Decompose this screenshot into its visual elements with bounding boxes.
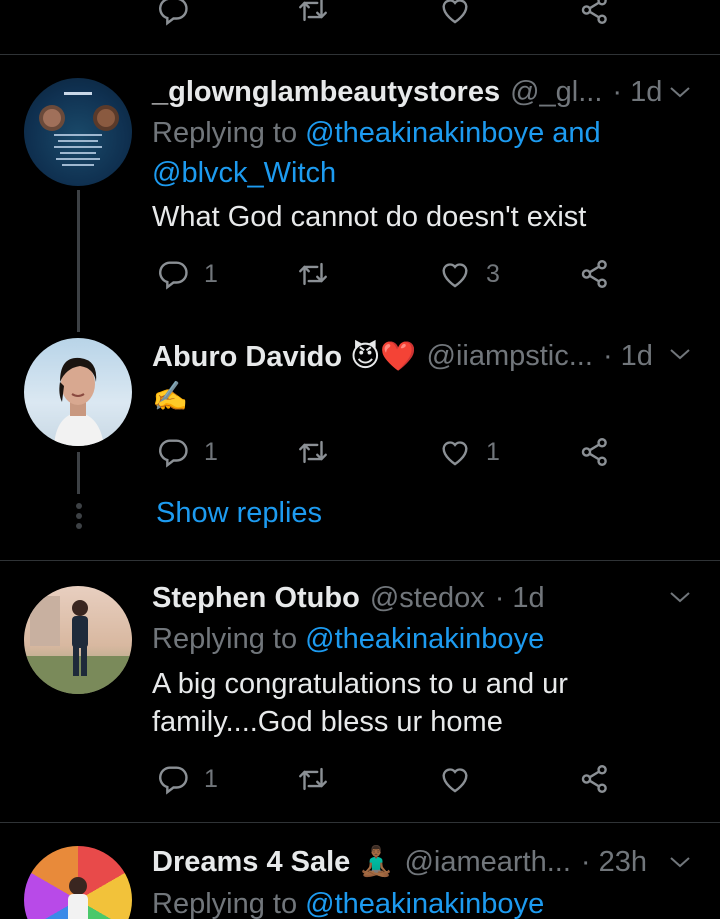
retweet-icon — [296, 257, 330, 291]
chevron-down-icon[interactable] — [668, 585, 692, 609]
timestamp[interactable]: · 1d — [495, 582, 545, 615]
heart-icon — [438, 762, 472, 796]
like-button[interactable] — [438, 0, 472, 30]
chevron-down-icon[interactable] — [668, 850, 692, 874]
handle[interactable]: @_gl... — [510, 76, 602, 109]
replying-to: Replying to @theakinakinboye — [152, 888, 545, 919]
timestamp[interactable]: · 1d — [603, 340, 653, 373]
share-button[interactable] — [578, 254, 612, 294]
reply-button[interactable]: 1 — [156, 254, 218, 294]
tweet-header: Stephen Otubo @stedox · 1d — [152, 578, 692, 618]
tweet-actions: 1 — [156, 759, 616, 799]
retweet-button[interactable] — [296, 432, 344, 472]
like-button[interactable]: 1 — [438, 432, 500, 472]
replying-to: Replying to @theakinakinboye — [152, 623, 545, 655]
tweet-header: _glownglambeautystores @_gl... · 1d — [152, 72, 692, 112]
tweet-header: Dreams 4 Sale 🧘🏾‍♂️ @iamearth... · 23h — [152, 842, 692, 882]
timestamp[interactable]: · 1d — [612, 76, 662, 109]
replying-to-continued: @blvck_Witch — [152, 153, 336, 193]
heart-icon — [438, 0, 472, 27]
share-icon — [578, 762, 612, 796]
reply-icon — [156, 257, 190, 291]
mention-link[interactable]: @theakinakinboye — [305, 888, 544, 919]
mention-link[interactable]: @theakinakinboye — [305, 117, 544, 149]
replying-to: Replying to @theakinakinboye and — [152, 117, 601, 149]
reply-icon — [156, 435, 190, 469]
avatar[interactable] — [24, 78, 132, 186]
tweet-header: Aburo Davido 😈❤️ @iiampstic... · 1d — [152, 336, 692, 376]
display-name[interactable]: Stephen Otubo — [152, 582, 360, 615]
share-icon — [578, 435, 612, 469]
chevron-down-icon[interactable] — [668, 80, 692, 104]
mention-link[interactable]: @theakinakinboye — [305, 623, 544, 655]
tweet-text: ✍️ — [152, 381, 189, 413]
retweet-icon — [296, 435, 330, 469]
retweet-button[interactable] — [296, 254, 344, 294]
thread-line — [77, 190, 80, 332]
share-button[interactable] — [578, 0, 612, 30]
thread-line — [77, 452, 80, 494]
share-button[interactable] — [578, 759, 612, 799]
handle[interactable]: @stedox — [370, 582, 485, 615]
handle[interactable]: @iiampstic... — [427, 340, 593, 373]
share-button[interactable] — [578, 432, 612, 472]
handle[interactable]: @iamearth... — [404, 846, 570, 879]
display-name[interactable]: Dreams 4 Sale 🧘🏾‍♂️ — [152, 845, 394, 879]
tweet-actions: 1 1 — [156, 432, 616, 472]
thread-dots — [75, 503, 83, 533]
tweet-text: What God cannot do doesn't exist — [152, 201, 587, 233]
tweet-text-line-2: family....God bless ur home — [152, 706, 503, 738]
like-count: 1 — [486, 437, 500, 466]
reply-count: 1 — [204, 437, 218, 466]
retweet-icon — [296, 0, 330, 27]
timestamp[interactable]: · 23h — [581, 846, 647, 879]
share-icon — [578, 257, 612, 291]
chevron-down-icon[interactable] — [668, 342, 692, 366]
divider — [0, 822, 720, 823]
like-count: 3 — [486, 259, 500, 288]
tweet-actions: 1 3 — [156, 254, 616, 294]
retweet-button[interactable] — [296, 0, 330, 30]
like-button[interactable] — [438, 759, 472, 799]
top-tweet-actions — [156, 0, 616, 30]
share-icon — [578, 0, 612, 27]
heart-icon — [438, 257, 472, 291]
avatar[interactable] — [24, 338, 132, 446]
mention-link[interactable]: @blvck_Witch — [152, 157, 336, 189]
reply-icon — [156, 0, 190, 27]
heart-icon — [438, 435, 472, 469]
like-button[interactable]: 3 — [438, 254, 500, 294]
divider — [0, 54, 720, 55]
reply-icon — [156, 762, 190, 796]
reply-button[interactable]: 1 — [156, 432, 218, 472]
display-name[interactable]: Aburo Davido 😈❤️ — [152, 339, 417, 374]
display-name[interactable]: _glownglambeautystores — [152, 76, 500, 109]
reply-count: 1 — [204, 259, 218, 288]
retweet-button[interactable] — [296, 759, 330, 799]
retweet-icon — [296, 762, 330, 796]
reply-button[interactable]: 1 — [156, 759, 218, 799]
reply-button[interactable] — [156, 0, 204, 30]
tweet-text-line-1: A big congratulations to u and ur — [152, 668, 568, 700]
show-replies-link[interactable]: Show replies — [156, 497, 322, 530]
avatar[interactable] — [24, 586, 132, 694]
reply-count: 1 — [204, 764, 218, 793]
avatar[interactable] — [24, 846, 132, 919]
divider — [0, 560, 720, 561]
